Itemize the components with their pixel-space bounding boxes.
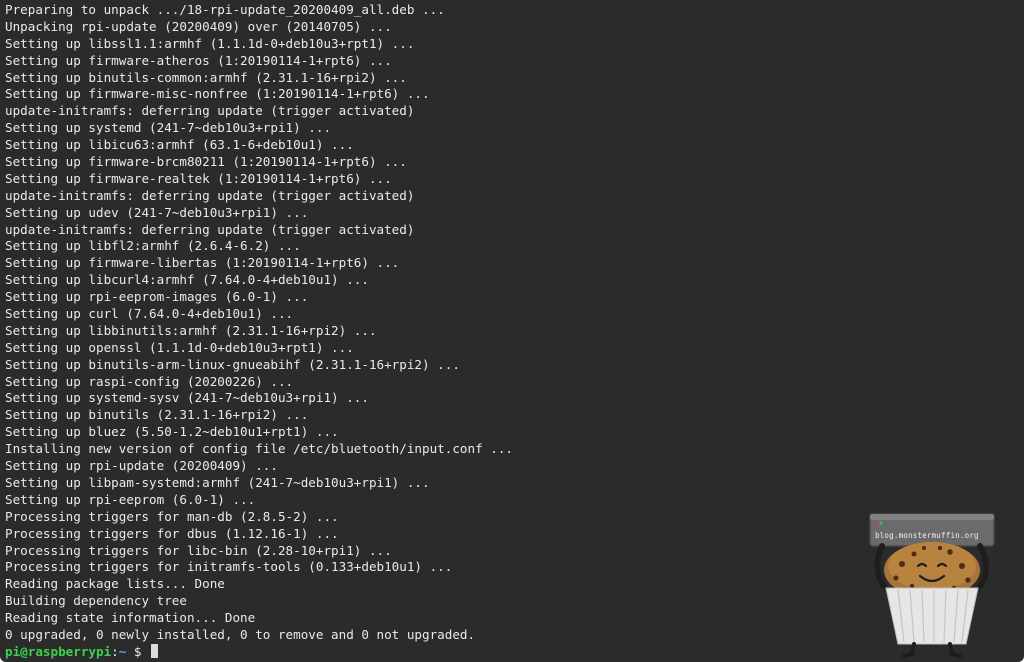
terminal-line: Setting up libcurl4:armhf (7.64.0-4+deb1… [5, 272, 369, 288]
terminal-line: Setting up binutils (2.31.1-16+rpi2) ... [5, 407, 309, 423]
terminal-line: Setting up libbinutils:armhf (2.31.1-16+… [5, 322, 377, 338]
terminal-line: Setting up rpi-eeprom (6.0-1) ... [5, 491, 256, 507]
prompt-user-host: pi@raspberrypi [5, 643, 112, 659]
shell-prompt[interactable]: pi@raspberrypi:~ $ [5, 643, 513, 661]
terminal-line: Setting up firmware-brcm80211 (1:2019011… [5, 154, 407, 170]
prompt-separator: : [111, 643, 119, 659]
terminal-line: Processing triggers for initramfs-tools … [5, 559, 453, 575]
terminal-line: Setting up udev (241-7~deb10u3+rpi1) ... [5, 204, 309, 220]
terminal-line: Setting up libfl2:armhf (2.6.4-6.2) ... [5, 238, 301, 254]
terminal-line: Setting up libicu63:armhf (63.1-6+deb10u… [5, 137, 354, 153]
terminal-line: Installing new version of config file /e… [5, 441, 513, 457]
terminal-line: Reading state information... Done [5, 610, 256, 626]
terminal-line: Setting up libpam-systemd:armhf (241-7~d… [5, 474, 430, 490]
terminal-line: 0 upgraded, 0 newly installed, 0 to remo… [5, 626, 476, 642]
terminal-line: Setting up firmware-realtek (1:20190114-… [5, 170, 392, 186]
text-cursor [151, 643, 159, 658]
terminal-line: Setting up firmware-misc-nonfree (1:2019… [5, 86, 430, 102]
terminal-window[interactable]: Preparing to unpack .../18-rpi-update_20… [0, 0, 1024, 662]
terminal-line: Processing triggers for dbus (1.12.16-1)… [5, 525, 339, 541]
terminal-line: Setting up binutils-arm-linux-gnueabihf … [5, 356, 460, 372]
terminal-line: Setting up openssl (1.1.1d-0+deb10u3+rpt… [5, 339, 354, 355]
terminal-output: Preparing to unpack .../18-rpi-update_20… [5, 2, 513, 661]
terminal-line: Building dependency tree [5, 593, 187, 609]
terminal-line: Setting up raspi-config (20200226) ... [5, 373, 294, 389]
prompt-symbol: $ [126, 643, 150, 659]
terminal-line: update-initramfs: deferring update (trig… [5, 187, 415, 203]
terminal-line: Processing triggers for libc-bin (2.28-1… [5, 542, 392, 558]
terminal-line: Setting up firmware-libertas (1:20190114… [5, 255, 400, 271]
terminal-line: Unpacking rpi-update (20200409) over (20… [5, 18, 392, 34]
terminal-line: Setting up libssl1.1:armhf (1.1.1d-0+deb… [5, 35, 415, 51]
muffin-mascot-icon: blog.monstermuffin.org [862, 508, 1012, 658]
terminal-line: Setting up systemd (241-7~deb10u3+rpi1) … [5, 120, 332, 136]
terminal-line: update-initramfs: deferring update (trig… [5, 103, 415, 119]
terminal-line: Setting up curl (7.64.0-4+deb10u1) ... [5, 306, 294, 322]
terminal-line: Preparing to unpack .../18-rpi-update_20… [5, 2, 445, 17]
terminal-line: Reading package lists... Done [5, 576, 225, 592]
terminal-line: Setting up firmware-atheros (1:20190114-… [5, 52, 392, 68]
terminal-line: update-initramfs: deferring update (trig… [5, 221, 415, 237]
terminal-line: Setting up rpi-eeprom-images (6.0-1) ... [5, 289, 309, 305]
terminal-line: Setting up binutils-common:armhf (2.31.1… [5, 69, 407, 85]
watermark-label: blog.monstermuffin.org [875, 531, 979, 540]
terminal-line: Setting up systemd-sysv (241-7~deb10u3+r… [5, 390, 369, 406]
terminal-line: Setting up bluez (5.50-1.2~deb10u1+rpt1)… [5, 424, 339, 440]
terminal-line: Processing triggers for man-db (2.8.5-2)… [5, 508, 339, 524]
terminal-line: Setting up rpi-update (20200409) ... [5, 458, 278, 474]
